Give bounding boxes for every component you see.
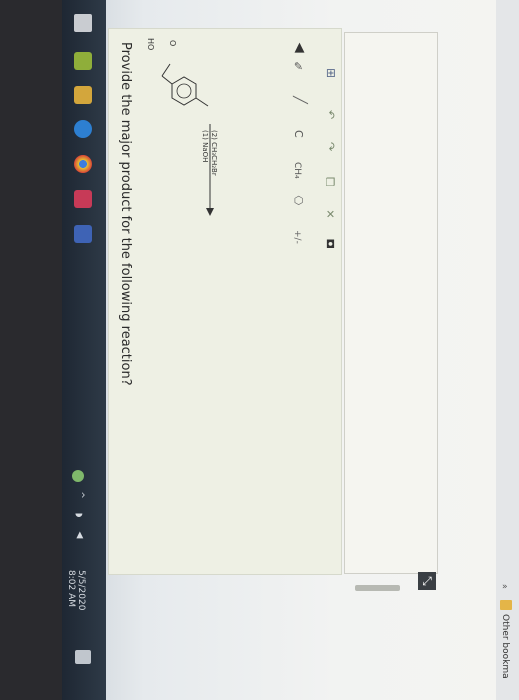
tray-chevron-icon[interactable]: ^	[75, 491, 85, 499]
carboxyl-bond	[161, 75, 173, 85]
network-icon[interactable]: ◗	[73, 513, 83, 518]
add-icon[interactable]: ⊞	[324, 68, 338, 78]
select-arrow-icon[interactable]: ▲	[292, 40, 307, 55]
drawing-canvas[interactable]	[344, 32, 438, 574]
bond-tool-icon[interactable]: ╱	[292, 96, 307, 104]
bookmark-overflow-icon[interactable]: »	[502, 582, 508, 592]
oxygen-label: O	[168, 40, 177, 47]
aromatic-circle	[176, 83, 192, 99]
word-icon[interactable]	[74, 225, 92, 243]
eraser-icon[interactable]: ✎	[292, 60, 305, 73]
carbonyl-bond	[161, 63, 171, 77]
tray-app-icon[interactable]	[72, 470, 84, 482]
clock-time: 8:02 AM	[66, 570, 76, 607]
redo-icon[interactable]: ↷	[324, 142, 337, 151]
bookmark-bar	[496, 0, 519, 700]
question-prompt: Provide the major product for the follow…	[118, 42, 133, 386]
charge-tool[interactable]: +/-	[292, 230, 302, 244]
methyl-bond	[195, 97, 209, 107]
reaction-scheme	[161, 63, 214, 216]
other-bookmarks-link[interactable]: Other bookma	[500, 614, 510, 679]
hydroxyl-label: HO	[146, 38, 155, 51]
expand-icon[interactable]: ⤢	[418, 572, 436, 590]
reagent-step-1: (1) NaOH	[201, 130, 209, 163]
carbon-tool[interactable]: C	[292, 130, 305, 138]
edge-icon[interactable]	[74, 120, 92, 138]
methane-tool[interactable]: CH₄	[292, 162, 302, 179]
store-icon[interactable]	[74, 86, 92, 104]
clock-date: 5/5/2020	[76, 570, 86, 611]
bookmark-folder-icon	[500, 600, 512, 610]
clear-icon[interactable]: ✕	[324, 208, 337, 221]
chrome-icon[interactable]	[74, 155, 92, 173]
app-icon[interactable]	[74, 190, 92, 208]
benzene-ring	[171, 76, 197, 106]
reagent-labels: (1) NaOH (2) CH₃CH₂Br	[200, 130, 218, 176]
start-button-icon[interactable]	[74, 14, 92, 32]
undo-icon[interactable]: ↶	[324, 110, 337, 119]
volume-icon[interactable]: ◀	[74, 532, 84, 539]
canvas-scrollbar[interactable]	[355, 585, 400, 591]
info-icon[interactable]: ◘	[324, 238, 337, 251]
reagent-step-2: (2) CH₃CH₂Br	[210, 130, 218, 176]
drawing-tools	[268, 28, 322, 568]
taskbar-clock[interactable]: 8:02 AM 5/5/2020	[66, 570, 106, 640]
arrow-head	[206, 208, 214, 216]
taskbar: ^ ◗ ◀ 8:02 AM 5/5/2020	[62, 0, 106, 700]
copy-icon[interactable]: ❐	[324, 176, 337, 189]
file-explorer-icon[interactable]	[74, 52, 92, 70]
notification-icon[interactable]	[75, 650, 91, 664]
ring-tool-icon[interactable]: ⬡	[292, 194, 305, 207]
